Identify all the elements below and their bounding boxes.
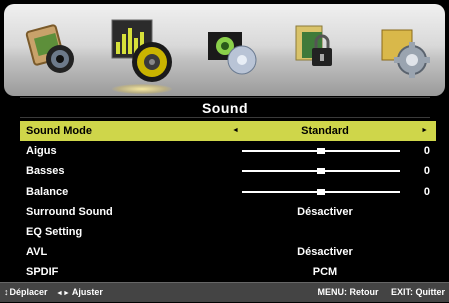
menu-item-eq-setting[interactable]: EQ Setting	[20, 222, 436, 242]
sound-menu: Sound Mode ◄ Standard ► Aigus 0 Basses 0…	[20, 121, 436, 283]
slider-thumb[interactable]	[317, 188, 325, 195]
menu-item-label: Aigus	[26, 145, 57, 158]
exit-quit-hint: EXIT: Quitter	[390, 287, 445, 297]
balance-slider[interactable]	[242, 188, 400, 195]
menu-item-label: SPDIF	[26, 266, 59, 279]
surround-sound-value: Désactiver	[297, 205, 353, 218]
sound-icon[interactable]	[98, 4, 186, 96]
move-hint: Déplacer	[9, 287, 48, 297]
page-title: Sound	[20, 97, 430, 118]
menu-item-label: Balance	[26, 185, 69, 198]
menu-item-balance[interactable]: Balance 0	[20, 182, 436, 202]
aigus-slider[interactable]	[242, 148, 400, 155]
picture-icon[interactable]	[10, 4, 98, 96]
menu-item-surround-sound[interactable]: Surround Sound Désactiver	[20, 202, 436, 222]
slider-thumb[interactable]	[317, 148, 325, 155]
arrow-right-icon[interactable]: ►	[421, 121, 428, 141]
lock-icon[interactable]	[274, 4, 362, 96]
menu-item-label: AVL	[26, 246, 48, 259]
basses-value: 0	[423, 165, 430, 178]
avl-value: Désactiver	[297, 246, 353, 259]
menu-return-hint: MENU: Retour	[317, 287, 379, 297]
menu-item-label: Sound Mode	[26, 125, 92, 137]
channel-icon[interactable]	[186, 4, 274, 96]
basses-slider[interactable]	[242, 168, 400, 175]
menu-item-avl[interactable]: AVL Désactiver	[20, 242, 436, 262]
menu-item-label: Surround Sound	[26, 205, 113, 218]
help-bar: ↕Déplacer ◄► Ajuster MENU: Retour EXIT: Q…	[0, 282, 449, 302]
setup-icon[interactable]	[362, 4, 449, 96]
main-menu-icon-bar	[4, 4, 445, 96]
menu-item-basses[interactable]: Basses 0	[20, 161, 436, 181]
menu-item-aigus[interactable]: Aigus 0	[20, 141, 436, 161]
menu-item-label: Basses	[26, 165, 65, 178]
sound-mode-value: Standard	[301, 125, 349, 137]
menu-item-label: EQ Setting	[26, 225, 83, 238]
menu-item-spdif[interactable]: SPDIF PCM	[20, 262, 436, 282]
left-right-arrow-icon: ◄►	[56, 290, 70, 297]
slider-thumb[interactable]	[317, 168, 325, 175]
spdif-value: PCM	[312, 266, 338, 279]
menu-item-sound-mode[interactable]: Sound Mode ◄ Standard ►	[20, 121, 436, 141]
balance-value: 0	[423, 185, 430, 198]
up-down-arrow-icon: ↕	[4, 287, 9, 297]
aigus-value: 0	[423, 145, 430, 158]
arrow-left-icon[interactable]: ◄	[232, 121, 239, 141]
adjust-hint: Ajuster	[71, 287, 103, 297]
